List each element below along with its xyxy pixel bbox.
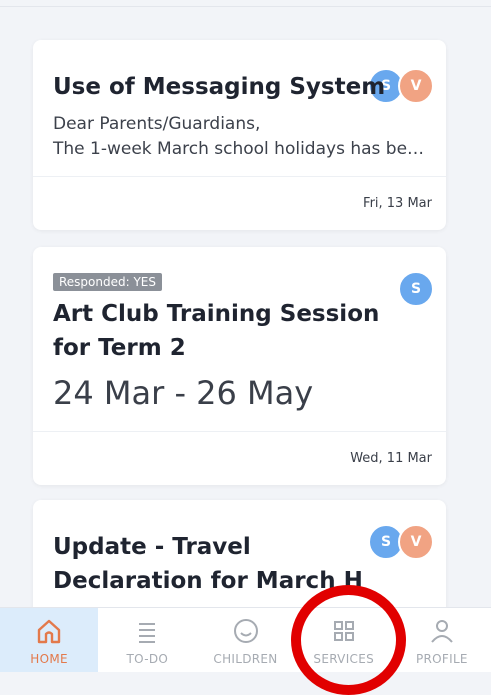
nav-profile[interactable]: PROFILE [393,608,491,672]
card-title: Use of Messaging System [53,74,386,100]
avatar-group: S [398,271,434,307]
grid-icon [333,621,354,641]
message-feed[interactable]: S V Use of Messaging System Dear Parents… [0,0,491,608]
avatar: V [398,524,434,560]
card-title: Declaration for March H [53,568,363,594]
card-title: Art Club Training Session [53,301,380,327]
smiley-icon [233,619,258,643]
nav-label: CHILDREN [213,652,278,666]
card-date: Fri, 13 Mar [363,196,432,211]
nav-label: TO-DO [126,652,169,666]
bottom-nav: HOME TO-DO CHILDREN SERVICES PROFILE [0,607,491,672]
card-preview-line: The 1-week March school holidays has be… [53,139,425,159]
avatar: V [398,68,434,104]
nav-children[interactable]: CHILDREN [196,608,294,672]
card-footer: Wed, 11 Mar [33,431,446,485]
nav-label: PROFILE [415,652,468,666]
status-badge: Responded: YES [53,273,163,291]
nav-label: SERVICES [313,652,375,666]
list-icon [139,623,156,643]
avatar-group: S V [368,524,434,560]
nav-label: HOME [30,652,68,666]
nav-services[interactable]: SERVICES [295,608,393,672]
card-footer: Fri, 13 Mar [33,176,446,230]
card-title: for Term 2 [53,335,186,361]
card-date: Wed, 11 Mar [350,451,432,466]
person-icon [431,620,453,643]
event-date-range: 24 Mar - 26 May [53,374,314,412]
nav-todo[interactable]: TO-DO [98,608,196,672]
card-title: Update - Travel [53,534,251,560]
nav-home[interactable]: HOME [0,608,99,672]
home-icon [37,619,61,644]
message-card-travel-declaration[interactable]: S V Update - Travel Declaration for Marc… [33,500,446,608]
card-preview-line: Dear Parents/Guardians, [53,114,261,134]
message-card-messaging-system[interactable]: S V Use of Messaging System Dear Parents… [33,40,446,230]
message-card-art-club[interactable]: S Responded: YES Art Club Training Sessi… [33,247,446,485]
avatar: S [398,271,434,307]
